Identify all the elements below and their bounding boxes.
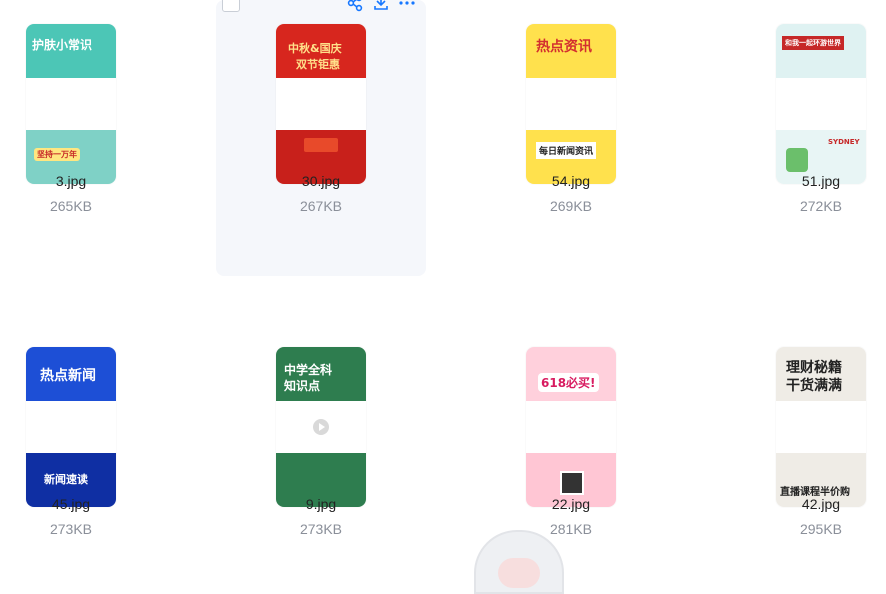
download-icon[interactable] (372, 0, 390, 12)
file-size: 267KB (216, 198, 426, 214)
file-name[interactable]: 22.jpg (466, 496, 676, 512)
file-size: 265KB (0, 198, 176, 214)
thumb-subtitle: 每日新闻资讯 (536, 142, 596, 159)
file-thumbnail[interactable]: 护肤小常识 坚持一万年 (26, 24, 116, 184)
play-icon[interactable] (313, 419, 329, 435)
file-thumbnail[interactable]: 中学全科 知识点 (276, 347, 366, 507)
file-card[interactable]: 和我一起环游世界 SYDNEY 51.jpg 272KB (716, 0, 886, 250)
thumb-subtitle: 双节钜惠 (296, 56, 340, 72)
thumb-subtitle: 坚持一万年 (34, 148, 80, 161)
file-card[interactable]: 中学全科 知识点 9.jpg 273KB (216, 323, 426, 573)
qr-code (560, 471, 584, 495)
file-thumbnail[interactable]: 和我一起环游世界 SYDNEY (776, 24, 866, 184)
file-size: 273KB (0, 521, 176, 537)
file-size: 295KB (716, 521, 886, 537)
file-name[interactable]: 3.jpg (0, 173, 176, 189)
file-card[interactable]: 热点资讯 每日新闻资讯 54.jpg 269KB (466, 0, 676, 250)
file-thumbnail[interactable]: 中秋&国庆 双节钜惠 (276, 24, 366, 184)
thumb-title: 热点资讯 (536, 36, 592, 56)
thumb-title: 和我一起环游世界 (782, 36, 844, 50)
thumb-title: 中秋&国庆 (288, 40, 342, 56)
gate-illustration (304, 138, 338, 152)
thumb-title: 护肤小常识 (32, 36, 92, 53)
file-thumbnail[interactable]: 618必买! (526, 347, 616, 507)
file-card-hover[interactable]: 中秋&国庆 双节钜惠 30.jpg 267KB (216, 0, 426, 276)
file-name[interactable]: 54.jpg (466, 173, 676, 189)
file-name[interactable]: 51.jpg (716, 173, 886, 189)
select-checkbox[interactable] (222, 0, 240, 12)
file-thumbnail[interactable]: 热点新闻 新闻速读 (26, 347, 116, 507)
thumb-title: 中学全科 (284, 361, 332, 378)
thumb-subtitle: 新闻速读 (44, 471, 88, 487)
file-thumbnail[interactable]: 热点资讯 每日新闻资讯 (526, 24, 616, 184)
thumb-subtitle: 干货满满 (786, 375, 842, 395)
file-size: 273KB (216, 521, 426, 537)
thumb-title: 热点新闻 (40, 365, 96, 385)
file-size: 269KB (466, 198, 676, 214)
file-card[interactable]: 热点新闻 新闻速读 45.jpg 273KB (0, 323, 176, 573)
file-name[interactable]: 9.jpg (216, 496, 426, 512)
file-size: 272KB (716, 198, 886, 214)
file-name[interactable]: 30.jpg (216, 173, 426, 189)
file-name[interactable]: 42.jpg (716, 496, 886, 512)
file-name[interactable]: 45.jpg (0, 496, 176, 512)
thumb-subtitle: 知识点 (284, 377, 320, 394)
share-icon[interactable] (346, 0, 364, 12)
more-icon[interactable] (398, 0, 416, 12)
landmark-illustration (786, 148, 808, 172)
mascot-face (498, 558, 540, 588)
file-card[interactable]: 理财秘籍 干货满满 直播课程半价购 42.jpg 295KB (716, 323, 886, 573)
file-thumbnail[interactable]: 理财秘籍 干货满满 直播课程半价购 (776, 347, 866, 507)
thumb-subtitle: SYDNEY (828, 138, 860, 146)
file-grid: 护肤小常识 坚持一万年 3.jpg 265KB (0, 0, 886, 570)
file-card[interactable]: 护肤小常识 坚持一万年 3.jpg 265KB (11, 0, 221, 250)
thumb-title: 618必买! (538, 373, 599, 392)
thumb-title: 理财秘籍 (786, 357, 842, 377)
card-toolbar (216, 0, 426, 14)
